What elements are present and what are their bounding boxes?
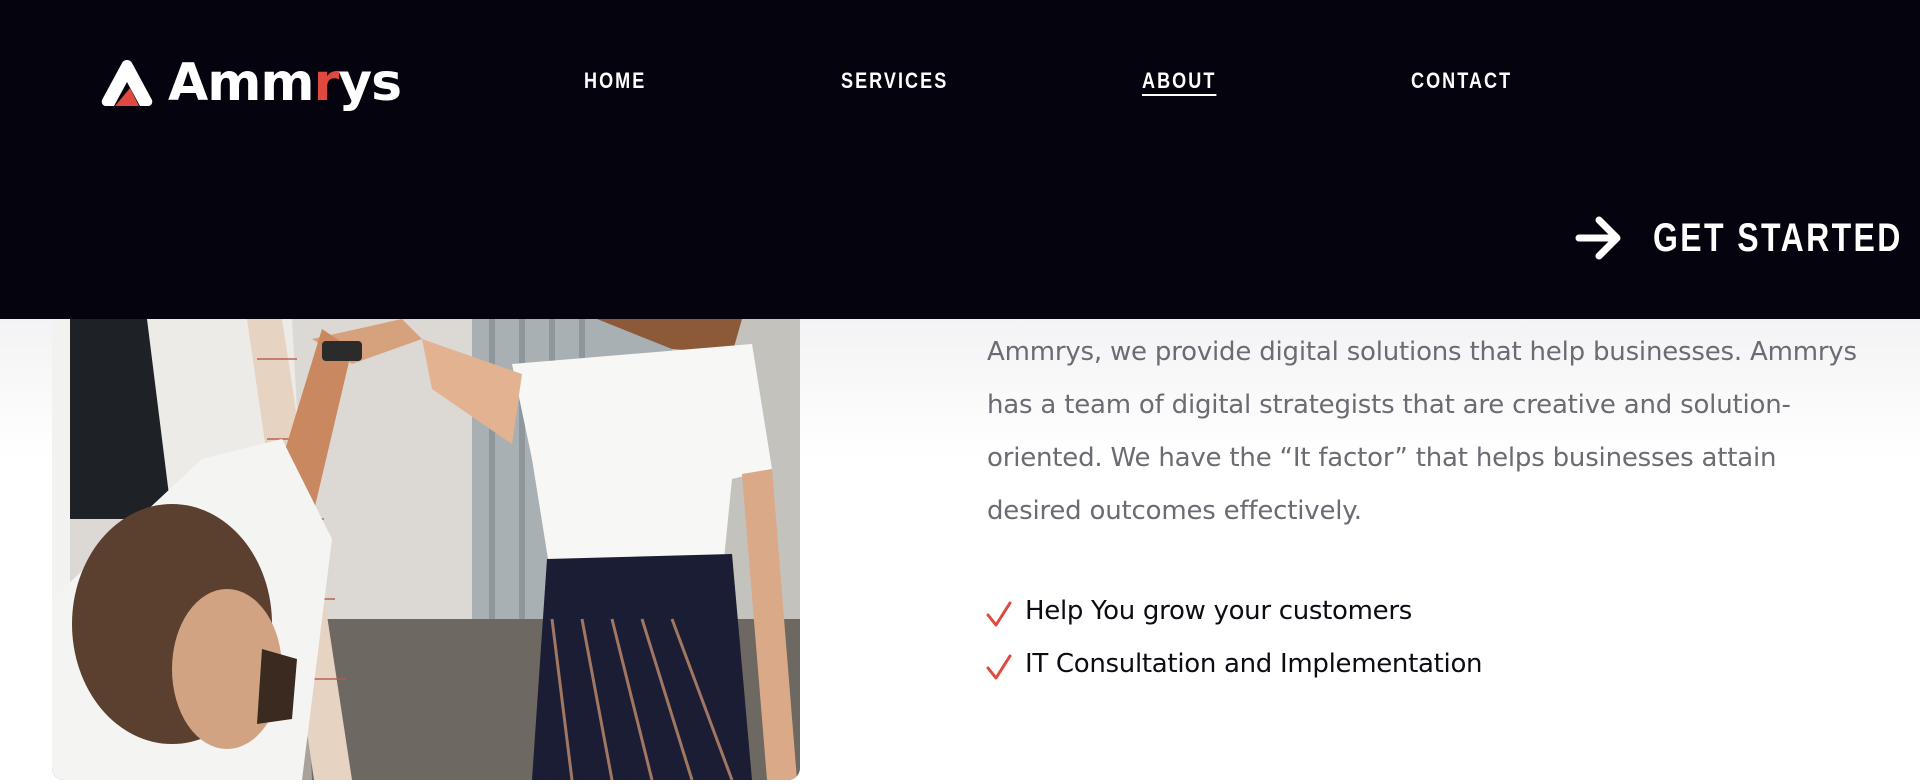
team-high-five-photo [52, 319, 800, 780]
checkmark-icon [986, 654, 1012, 679]
nav-contact[interactable]: CONTACT [1411, 66, 1512, 96]
nav-about[interactable]: ABOUT [1142, 66, 1216, 96]
feature-item: Help You grow your customers [985, 584, 1482, 637]
nav-home[interactable]: HOME [584, 66, 646, 96]
nav-services[interactable]: SERVICES [841, 66, 948, 96]
site-header: Ammrys HOME SERVICES ABOUT CONTACT GET S… [0, 0, 1920, 319]
feature-list: Help You grow your customers IT Consulta… [985, 584, 1483, 690]
about-paragraph: Ammrys, we provide digital solutions tha… [987, 337, 1857, 526]
main-nav: HOME SERVICES ABOUT CONTACT [0, 66, 1920, 100]
arrow-right-icon [1575, 216, 1621, 260]
get-started-label: GET STARTED [1653, 216, 1903, 260]
feature-label: Help You grow your customers [1025, 595, 1412, 626]
feature-item: IT Consultation and Implementation [985, 637, 1483, 690]
checkmark-icon [986, 601, 1012, 626]
get-started-button[interactable]: GET STARTED [1575, 214, 1920, 262]
feature-label: IT Consultation and Implementation [1025, 648, 1483, 679]
